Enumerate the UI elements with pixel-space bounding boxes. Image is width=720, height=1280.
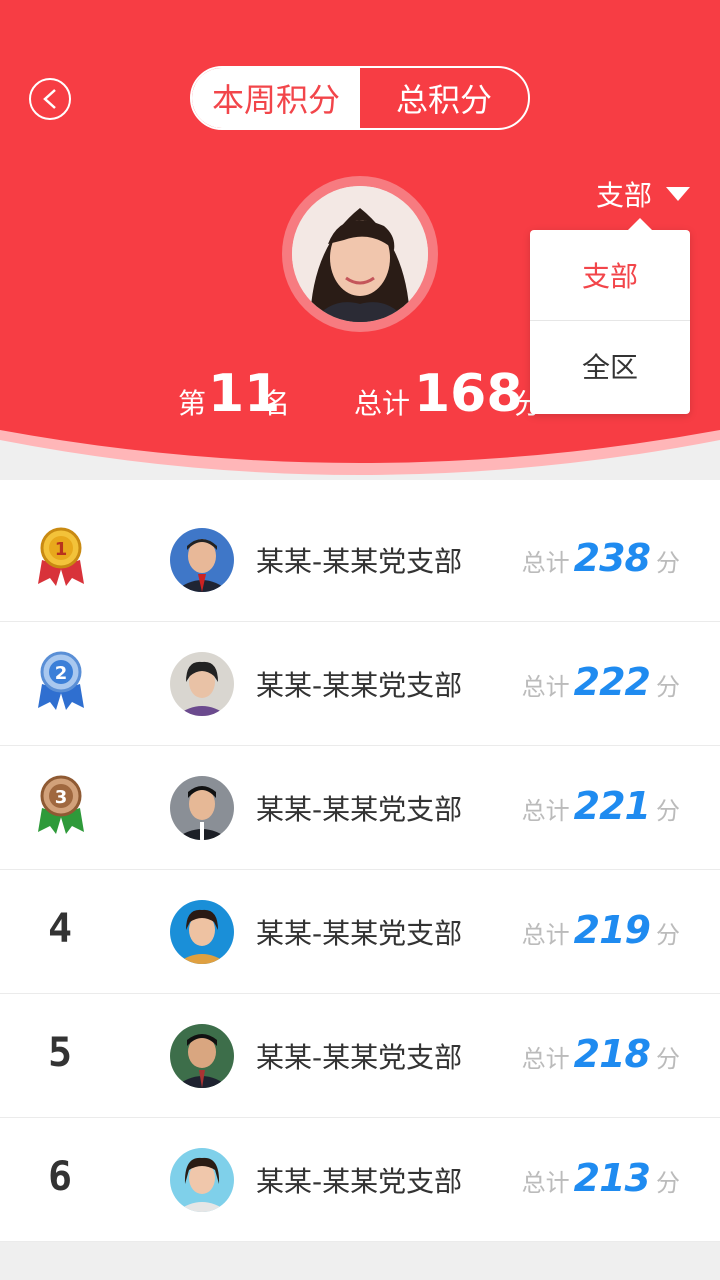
score-value: 221: [573, 784, 651, 828]
scope-menu: 支部 全区: [530, 218, 690, 414]
avatar: [170, 900, 234, 964]
scope-dropdown-label: 支部: [596, 179, 653, 212]
medal-number: 2: [55, 663, 68, 684]
avatar: [170, 776, 234, 840]
user-avatar: [282, 176, 438, 332]
member-score: 总计 221 分: [522, 784, 680, 828]
avatar: [170, 652, 234, 716]
avatar: [170, 1024, 234, 1088]
member-name: 某某-某某党支部: [256, 669, 463, 702]
score-label: 总计: [521, 1045, 570, 1073]
score-unit: 分: [656, 1169, 680, 1197]
back-button[interactable]: [29, 78, 71, 120]
score-unit: 分: [656, 797, 680, 825]
gold-medal-icon: 1: [38, 527, 84, 586]
score-unit: 分: [656, 673, 680, 701]
score-unit: 分: [656, 921, 680, 949]
tab-weekly-score[interactable]: 本周积分: [192, 68, 360, 128]
user-avatar-image: [292, 186, 428, 322]
bronze-medal-icon: 3: [38, 775, 84, 834]
total-value: 168: [414, 364, 523, 424]
leaderboard-row[interactable]: 6 某某-某某党支部 总计 213 分: [0, 1118, 720, 1242]
caret-down-icon: [666, 187, 691, 201]
score-label: 总计: [521, 673, 570, 701]
leaderboard-row[interactable]: 5 某某-某某党支部 总计 218 分: [0, 994, 720, 1118]
silver-medal-icon: 2: [38, 651, 84, 710]
score-value: 213: [573, 1156, 651, 1200]
member-score: 总计 213 分: [522, 1156, 680, 1200]
leaderboard-list: 1 某某-某某党支部 总计 238 分 2 某某-某某党支部 总计 222 分: [0, 480, 720, 1242]
leaderboard-row[interactable]: 3 某某-某某党支部 总计 221 分: [0, 746, 720, 870]
leaderboard-row[interactable]: 2 某某-某某党支部 总计 222 分: [0, 622, 720, 746]
score-unit: 分: [656, 1045, 680, 1073]
score-label: 总计: [521, 921, 570, 949]
score-value: 238: [573, 536, 651, 580]
rank-prefix: 第: [178, 387, 207, 420]
score-value: 222: [573, 660, 651, 704]
leaderboard-row[interactable]: 1 某某-某某党支部 总计 238 分: [0, 498, 720, 622]
member-score: 总计 219 分: [522, 908, 680, 952]
score-label: 总计: [521, 1169, 570, 1197]
score-value: 219: [573, 908, 651, 952]
member-name: 某某-某某党支部: [256, 1165, 463, 1198]
avatar: [170, 528, 234, 592]
member-score: 总计 218 分: [522, 1032, 680, 1076]
score-label: 总计: [521, 797, 570, 825]
avatar: [170, 1148, 234, 1212]
member-name: 某某-某某党支部: [256, 1041, 463, 1074]
rank-suffix: 名: [262, 387, 291, 420]
medal-number: 1: [55, 539, 68, 560]
score-label: 总计: [521, 549, 570, 577]
member-score: 总计 238 分: [522, 536, 680, 580]
score-period-tabs: 本周积分 总积分: [190, 66, 530, 130]
scope-menu-item-district[interactable]: 全区: [530, 321, 690, 411]
rank-number: 4: [47, 906, 73, 952]
member-name: 某某-某某党支部: [256, 545, 463, 578]
score-unit: 分: [656, 549, 680, 577]
scope-dropdown[interactable]: 支部: [596, 174, 691, 214]
chevron-left-icon: [43, 89, 56, 109]
leaderboard-row[interactable]: 4 某某-某某党支部 总计 219 分: [0, 870, 720, 994]
member-score: 总计 222 分: [522, 660, 680, 704]
member-name: 某某-某某党支部: [256, 793, 463, 826]
score-value: 218: [573, 1032, 651, 1076]
rank-number: 5: [47, 1030, 73, 1076]
scope-menu-arrow: [628, 218, 652, 230]
tab-total-score[interactable]: 总积分: [360, 68, 528, 128]
rank-number: 6: [47, 1154, 73, 1200]
total-prefix: 总计: [354, 387, 411, 420]
scope-menu-item-branch[interactable]: 支部: [530, 230, 690, 320]
member-name: 某某-某某党支部: [256, 917, 463, 950]
medal-number: 3: [55, 787, 68, 808]
